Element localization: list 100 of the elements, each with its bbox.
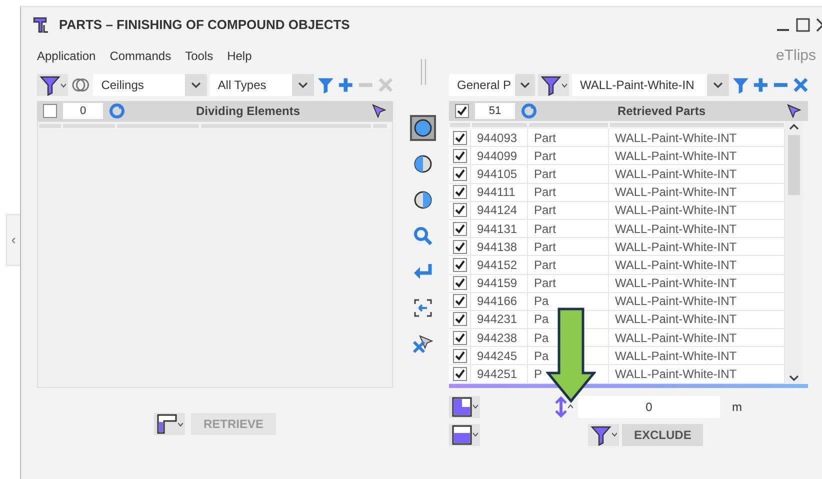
table-cell: 944245 [471, 347, 528, 366]
checkbox[interactable] [43, 104, 57, 118]
brand-logo: eTlips [776, 46, 816, 66]
check-icon [455, 314, 465, 324]
count-field: 0 [63, 103, 103, 119]
table-cell: WALL-Paint-White-INT [609, 310, 785, 330]
menu-item[interactable]: Help [227, 47, 252, 65]
dropdown[interactable]: WALL-Paint-White-IN [572, 74, 728, 96]
table-cell: 944231 [471, 310, 528, 330]
caret-icon [712, 81, 722, 89]
clear-icon[interactable] [792, 77, 808, 93]
offset-field[interactable]: 0 [578, 396, 720, 418]
check-icon [455, 260, 465, 270]
corner-icon [156, 413, 178, 435]
check-icon [455, 205, 465, 216]
table-cell: WALL-Paint-White-INT [609, 129, 785, 148]
checkbox[interactable] [453, 166, 467, 181]
menu-item[interactable]: Tools [185, 47, 214, 65]
menu-item[interactable]: Application [37, 47, 96, 65]
funnel-icon [540, 74, 562, 96]
offset-menu-button[interactable] [552, 396, 575, 418]
panel-title: Retrieved Parts [616, 103, 707, 120]
maximize-icon[interactable] [796, 18, 810, 32]
filter-icon[interactable] [316, 76, 334, 94]
exclude-button[interactable]: EXCLUDE [622, 424, 704, 446]
table-cell: WALL-Paint-White-INT [609, 365, 785, 384]
add-icon[interactable] [337, 76, 354, 94]
check-icon [455, 132, 465, 143]
checkbox[interactable] [453, 276, 467, 290]
checkbox[interactable] [453, 130, 467, 145]
table-cell: 944105 [471, 165, 528, 184]
checkbox[interactable] [455, 104, 469, 118]
checkbox[interactable] [453, 294, 467, 308]
dropdown[interactable]: Ceilings [93, 74, 207, 96]
grid-menu-button[interactable] [449, 396, 480, 418]
table-cell: WALL-Paint-White-INT [609, 329, 785, 348]
deselect-icon [412, 334, 434, 354]
tool-button[interactable] [410, 115, 436, 141]
check-icon [455, 224, 465, 234]
check-icon [455, 242, 465, 252]
app-logo-icon [31, 15, 51, 35]
dropdown[interactable]: General P [449, 74, 535, 96]
vertical-arrows-icon [554, 396, 568, 418]
caret-icon [190, 81, 201, 89]
table-cell: 944238 [471, 329, 528, 348]
caret-icon [178, 422, 184, 426]
table-cell: 944131 [471, 220, 528, 238]
check-icon [457, 106, 467, 116]
filter-icon[interactable] [732, 76, 749, 94]
table-cell: 944111 [471, 184, 528, 202]
table-cell: WALL-Paint-White-INT [609, 274, 785, 293]
add-icon[interactable] [752, 76, 770, 94]
funnel-icon [590, 424, 612, 446]
dropdown[interactable]: All Types [210, 74, 314, 96]
checkbox[interactable] [453, 258, 467, 272]
table-cell: WALL-Paint-White-INT [609, 292, 785, 311]
refresh-icon[interactable] [109, 103, 125, 119]
caret-icon [562, 82, 567, 88]
unit-label: m [732, 398, 742, 416]
checkbox[interactable] [453, 185, 467, 200]
collapse-handle[interactable]: ‹ [6, 214, 20, 266]
scrollbar[interactable] [785, 121, 803, 384]
half-circle-icon [413, 190, 433, 210]
checkbox[interactable] [453, 148, 467, 163]
check-icon [455, 332, 465, 343]
table-cell: Part [528, 202, 609, 220]
layout-menu-button[interactable] [154, 413, 186, 435]
caret-icon [61, 82, 66, 88]
checkbox[interactable] [453, 203, 467, 218]
menu-item[interactable]: Commands [110, 47, 172, 65]
checkbox[interactable] [453, 240, 467, 254]
table-cell: Part [528, 238, 609, 256]
filter-menu-button[interactable] [588, 424, 619, 446]
table-cell: WALL-Paint-White-INT [609, 347, 785, 366]
grid-icon [451, 396, 473, 418]
filter-menu-button[interactable] [538, 74, 569, 96]
checkbox[interactable] [453, 348, 467, 363]
focus-icon [413, 298, 433, 318]
checkbox[interactable] [453, 330, 467, 345]
cursor-icon[interactable] [371, 103, 387, 119]
refresh-icon[interactable] [521, 103, 537, 119]
check-icon [455, 369, 465, 380]
table-cell: WALL-Paint-White-INT [609, 147, 785, 166]
checkbox[interactable] [453, 367, 467, 382]
scrollbar-thumb[interactable] [788, 135, 800, 195]
table-cell: Part [528, 147, 609, 166]
cursor-icon[interactable] [786, 103, 802, 119]
count-field: 51 [475, 103, 515, 119]
check-icon [455, 187, 465, 198]
checkbox[interactable] [453, 222, 467, 236]
search-icon [413, 226, 433, 246]
table-cell: 944166 [471, 292, 528, 311]
table-cell: 944251 [471, 365, 528, 384]
checkbox[interactable] [453, 312, 467, 326]
filter-menu-button[interactable] [37, 74, 68, 96]
window-title: PARTS – FINISHING OF COMPOUND OBJECTS [59, 16, 350, 34]
funnel-icon [39, 74, 61, 96]
layout-menu-button[interactable] [449, 424, 480, 446]
table-cell: 944152 [471, 256, 528, 274]
circle-icon [413, 118, 433, 138]
